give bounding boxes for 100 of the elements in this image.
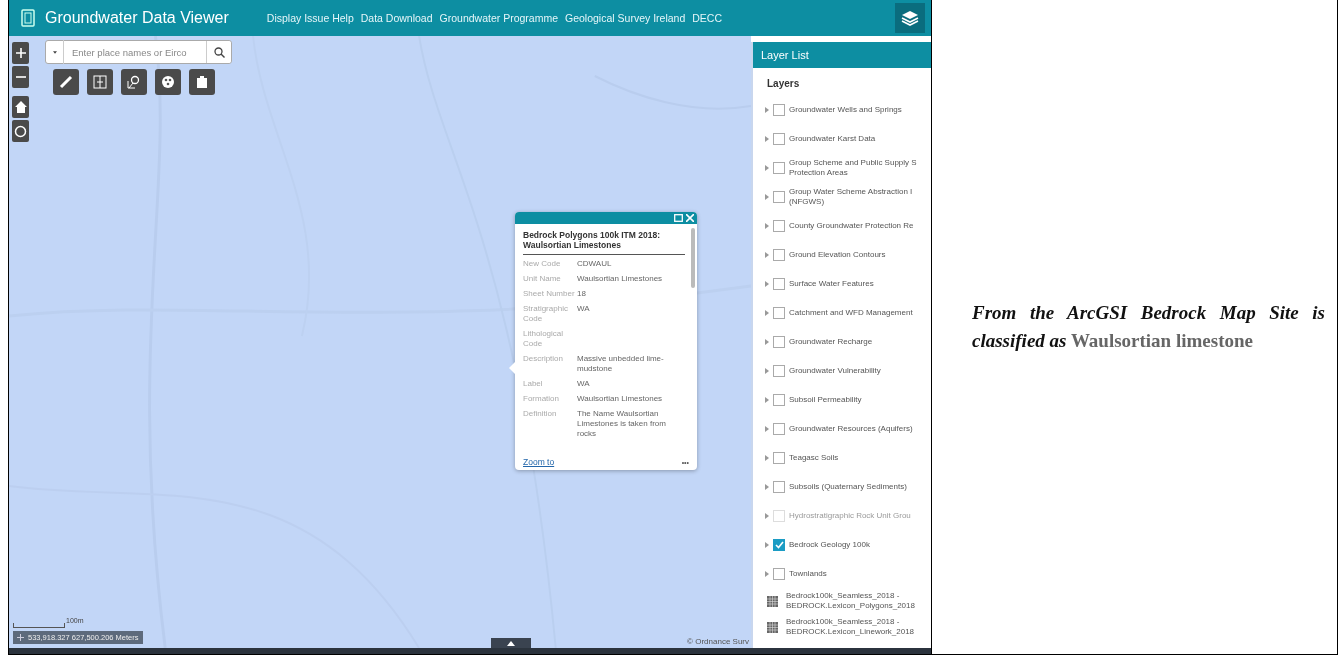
print-button[interactable] <box>189 69 215 95</box>
layer-label[interactable]: Groundwater Wells and Springs <box>789 104 902 115</box>
expand-arrow-icon[interactable] <box>765 541 769 548</box>
layer-checkbox[interactable] <box>773 161 785 174</box>
expand-arrow-icon[interactable] <box>765 106 769 113</box>
layer-checkbox[interactable] <box>773 538 785 551</box>
layer-label[interactable]: Subsoils (Quaternary Sediments) <box>789 481 907 492</box>
expand-arrow-icon[interactable] <box>765 251 769 258</box>
locate-icon <box>14 124 27 138</box>
layer-checkbox[interactable] <box>773 393 785 406</box>
layer-label[interactable]: Townlands <box>789 568 827 579</box>
table-icon <box>767 621 778 633</box>
field-value: Waulsortian Limestones <box>577 274 664 284</box>
field-value: WA <box>577 304 591 315</box>
expand-arrow-icon[interactable] <box>765 396 769 403</box>
header-link[interactable]: Display Issue Help <box>266 12 354 24</box>
expand-arrow-icon[interactable] <box>765 309 769 316</box>
expand-arrow-icon[interactable] <box>765 338 769 345</box>
layer-label[interactable]: Group Scheme and Public Supply S Protection Areas <box>789 157 927 178</box>
layer-label[interactable]: Surface Water Features <box>789 278 874 289</box>
layers-heading: Layers <box>766 77 801 91</box>
layer-label[interactable]: Groundwater Karst Data <box>789 133 876 144</box>
header-link[interactable]: Data Download <box>360 12 433 24</box>
scale-bar <box>13 623 65 628</box>
layer-checkbox[interactable] <box>773 364 785 377</box>
scrollbar[interactable] <box>691 228 695 288</box>
layer-checkbox[interactable] <box>773 567 785 580</box>
layer-label[interactable]: Group Water Scheme Abstraction I (NFGWS) <box>789 186 927 207</box>
field-value: The Name Waulsortian Limestones is taken from rocks <box>577 409 667 439</box>
clipboard-icon <box>195 75 209 89</box>
layer-checkbox[interactable] <box>773 132 785 145</box>
layer-checkbox[interactable] <box>773 451 785 464</box>
swipe-button[interactable] <box>87 69 113 95</box>
field-label: Stratigraphic Code <box>523 304 569 324</box>
header-link[interactable]: Groundwater Programme <box>439 12 558 24</box>
layer-label[interactable]: Groundwater Resources (Aquifers) <box>789 423 913 434</box>
expand-arrow-icon[interactable] <box>765 367 769 374</box>
maximize-button[interactable] <box>674 214 683 222</box>
expand-arrow-icon[interactable] <box>765 570 769 577</box>
expand-arrow-icon[interactable] <box>765 164 769 171</box>
field-value: WA <box>577 379 591 389</box>
expand-arrow-icon[interactable] <box>765 135 769 142</box>
ruler-icon <box>59 75 73 89</box>
locate-button[interactable] <box>12 120 29 142</box>
palette-icon <box>161 75 175 89</box>
table-icon <box>767 595 778 607</box>
layer-label[interactable]: Ground Elevation Contours <box>789 249 886 260</box>
layer-checkbox[interactable] <box>773 306 785 319</box>
field-label: Sheet Number <box>523 289 576 299</box>
maximize-icon <box>674 214 683 222</box>
expand-arrow-icon[interactable] <box>765 454 769 461</box>
table-label[interactable]: Bedrock100k_Seamless_2018 - BEDROCK.Lexicon_Polygons_2018 <box>786 591 926 611</box>
minus-icon <box>15 76 26 78</box>
layer-label[interactable]: Groundwater Recharge <box>789 336 873 347</box>
magnifier-icon <box>127 75 141 89</box>
layer-label[interactable]: Subsoil Permeability <box>789 394 862 405</box>
layer-label[interactable]: Bedrock Geology 100k <box>789 539 870 550</box>
layer-label[interactable]: Groundwater Vulnerability <box>789 365 881 376</box>
field-value: Waulsortian Limestones <box>577 394 664 404</box>
basemap-button[interactable] <box>155 69 181 95</box>
measure-button[interactable] <box>53 69 79 95</box>
field-value: CDWAUL <box>577 259 613 269</box>
query-button[interactable] <box>121 69 147 95</box>
close-icon <box>686 214 694 222</box>
layer-checkbox[interactable] <box>773 248 785 261</box>
layer-label[interactable]: County Groundwater Protection Re <box>789 220 914 231</box>
zoom-to-link[interactable]: Zoom to <box>523 457 555 467</box>
layers-icon <box>901 9 919 27</box>
expand-arrow-icon[interactable] <box>765 193 769 200</box>
crosshair-icon <box>17 634 24 641</box>
caption-text: From the ArcGSI Bedrock Map Site is classified as Waulsortian limestone <box>972 301 1325 353</box>
field-label: Description <box>523 354 564 365</box>
field-label: Lithological Code <box>523 329 565 349</box>
layer-checkbox[interactable] <box>773 190 785 203</box>
expand-tab[interactable] <box>491 638 531 648</box>
layer-label[interactable]: Teagasc Soils <box>789 452 839 463</box>
layer-checkbox[interactable] <box>773 277 785 290</box>
layer-checkbox[interactable] <box>773 422 785 435</box>
zoom-in-button[interactable] <box>12 42 29 64</box>
expand-arrow-icon[interactable] <box>765 483 769 490</box>
expand-arrow-icon[interactable] <box>765 425 769 432</box>
app-title: Groundwater Data Viewer <box>45 9 229 27</box>
field-value: 18 <box>577 289 587 299</box>
expand-arrow-icon[interactable] <box>765 222 769 229</box>
panel-title: Layer List <box>753 42 931 68</box>
layer-label[interactable]: Catchment and WFD Management <box>789 307 913 318</box>
split-square-icon <box>93 75 107 89</box>
layer-checkbox[interactable] <box>773 480 785 493</box>
home-button[interactable] <box>12 96 29 118</box>
layers-button[interactable] <box>895 3 925 33</box>
header-link[interactable]: Geological Survey Ireland <box>565 12 686 24</box>
layer-checkbox[interactable] <box>773 103 785 116</box>
close-button[interactable] <box>686 214 694 222</box>
expand-arrow-icon[interactable] <box>765 280 769 287</box>
table-label[interactable]: Bedrock100k_Seamless_2018 - BEDROCK.Lexicon_Linework_2018 <box>786 617 926 637</box>
zoom-out-button[interactable] <box>12 66 29 88</box>
layer-checkbox[interactable] <box>773 219 785 232</box>
expand-arrow-icon[interactable] <box>765 512 769 519</box>
header-link[interactable]: DECC <box>692 12 722 24</box>
layer-checkbox[interactable] <box>773 335 785 348</box>
